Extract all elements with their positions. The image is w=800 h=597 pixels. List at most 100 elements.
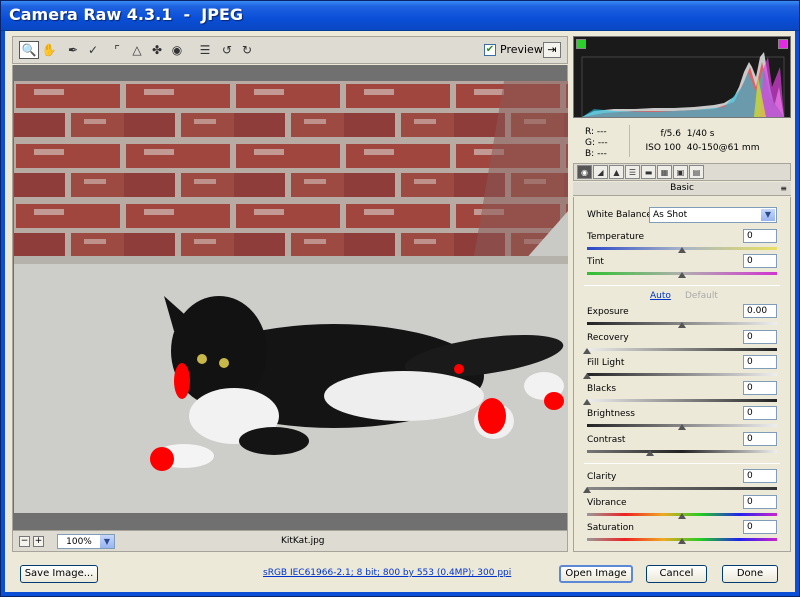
tint-label: Tint — [587, 257, 604, 267]
green-value: G: --- — [585, 138, 608, 148]
temperature-slider-thumb[interactable] — [678, 247, 686, 253]
vibrance-input[interactable]: 0 — [743, 495, 777, 509]
open-image-button[interactable]: Open Image — [559, 565, 633, 583]
info-readout: R: --- G: --- B: --- f/5.6 1/40 s ISO 10… — [573, 121, 791, 161]
file-name: KitKat.jpg — [281, 536, 325, 546]
recovery-slider-thumb[interactable] — [583, 348, 591, 354]
panel-title: Basic — [670, 183, 694, 193]
red-eye-icon[interactable]: ◉ — [167, 41, 187, 59]
hand-tool-icon[interactable]: ✋ — [39, 41, 59, 59]
tab-lens-icon[interactable]: ▦ — [657, 165, 672, 179]
contrast-slider-thumb[interactable] — [645, 450, 654, 456]
histogram-graph — [581, 52, 785, 117]
fill-light-slider-thumb[interactable] — [583, 373, 591, 379]
tab-camera-icon[interactable]: ▣ — [673, 165, 688, 179]
tab-basic-icon[interactable]: ◉ — [577, 165, 592, 179]
blacks-slider-track[interactable] — [587, 399, 777, 402]
straighten-tool-icon[interactable]: △ — [127, 41, 147, 59]
vibrance-label: Vibrance — [587, 498, 627, 508]
clarity-label: Clarity — [587, 472, 617, 482]
save-image-button[interactable]: Save Image... — [20, 565, 98, 583]
fill-light-slider-track[interactable] — [587, 373, 777, 376]
saturation-input[interactable]: 0 — [743, 520, 777, 534]
color-sampler-icon[interactable]: ✓ — [83, 41, 103, 59]
workflow-options-link[interactable]: sRGB IEC61966-2.1; 8 bit; 800 by 553 (0.… — [263, 568, 511, 578]
temperature-row: Temperature 0 — [587, 229, 777, 256]
brightness-row: Brightness 0 — [587, 406, 777, 433]
tab-tone-curve-icon[interactable]: ◢ — [593, 165, 608, 179]
tab-presets-icon[interactable]: ▤ — [689, 165, 704, 179]
spot-removal-icon[interactable]: ✤ — [147, 41, 167, 59]
exposure-input[interactable]: 0.00 — [743, 304, 777, 318]
recovery-row: Recovery 0 — [583, 330, 777, 357]
status-bar: − + 100% ▼ KitKat.jpg — [12, 530, 568, 552]
blacks-slider-thumb[interactable] — [583, 399, 591, 405]
shadow-clipping-icon[interactable] — [576, 39, 586, 49]
fill-light-input[interactable]: 0 — [743, 355, 777, 369]
brightness-slider-thumb[interactable] — [678, 424, 686, 430]
exposure-label: Exposure — [587, 307, 629, 317]
rotate-left-icon[interactable]: ↺ — [217, 41, 237, 59]
contrast-row: Contrast 0 — [587, 432, 777, 459]
clarity-row: Clarity 0 — [583, 469, 777, 496]
clarity-slider-track[interactable] — [587, 487, 777, 490]
panel-tabs: ◉ ◢ ▲ ☰ ▬ ▦ ▣ ▤ — [573, 163, 791, 181]
preview-toggle[interactable]: ✔ Preview — [484, 43, 543, 56]
blue-value: B: --- — [585, 149, 607, 159]
shutter-speed: 1/40 s — [686, 129, 715, 139]
tab-hsl-icon[interactable]: ☰ — [625, 165, 640, 179]
recovery-input[interactable]: 0 — [743, 330, 777, 344]
window-border-left — [1, 31, 5, 596]
vibrance-row: Vibrance 0 — [587, 495, 777, 522]
tint-slider-thumb[interactable] — [678, 272, 686, 278]
clarity-input[interactable]: 0 — [743, 469, 777, 483]
done-button[interactable]: Done — [722, 565, 778, 583]
temperature-input[interactable]: 0 — [743, 229, 777, 243]
auto-link[interactable]: Auto — [650, 291, 671, 301]
white-balance-row: White Balance: As Shot ▼ — [587, 207, 777, 223]
image-preview-area[interactable] — [12, 65, 568, 530]
temperature-label: Temperature — [587, 232, 645, 242]
highlight-clipping-icon[interactable] — [778, 39, 788, 49]
preferences-icon[interactable]: ☰ — [195, 41, 215, 59]
photo-preview — [14, 81, 568, 513]
preview-label: Preview — [500, 43, 543, 56]
recovery-slider-track[interactable] — [587, 348, 777, 351]
white-balance-tool-icon[interactable]: ✒ — [63, 41, 83, 59]
iso: ISO 100 — [645, 143, 682, 153]
tint-input[interactable]: 0 — [743, 254, 777, 268]
contrast-input[interactable]: 0 — [743, 432, 777, 446]
brightness-input[interactable]: 0 — [743, 406, 777, 420]
default-link[interactable]: Default — [685, 291, 718, 301]
tab-detail-icon[interactable]: ▲ — [609, 165, 624, 179]
toolbar: 🔍 ✋ ✒ ✓ ⌜ △ ✤ ◉ ☰ ↺ ↻ ✔ Preview ⇥ — [12, 36, 568, 64]
panel-header: Basic ≡ — [573, 182, 791, 196]
panel-menu-icon[interactable]: ≡ — [780, 182, 787, 195]
zoom-in-button[interactable]: + — [33, 536, 44, 547]
clarity-slider-thumb[interactable] — [583, 487, 591, 493]
rotate-right-icon[interactable]: ↻ — [237, 41, 257, 59]
cat-photo — [14, 81, 568, 513]
exif-info: f/5.6 1/40 s ISO 100 40-150@61 mm — [643, 127, 760, 155]
tint-row: Tint 0 — [587, 254, 777, 281]
white-balance-select[interactable]: As Shot ▼ — [649, 207, 777, 223]
contrast-slider-track[interactable] — [587, 450, 777, 453]
saturation-row: Saturation 0 — [587, 520, 777, 547]
zoom-tool-icon[interactable]: 🔍 — [19, 41, 39, 59]
fullscreen-icon[interactable]: ⇥ — [543, 42, 561, 58]
window-border-bottom — [1, 592, 799, 596]
aperture: f/5.6 — [660, 129, 681, 139]
vibrance-slider-thumb[interactable] — [678, 513, 686, 519]
blacks-input[interactable]: 0 — [743, 381, 777, 395]
tab-split-toning-icon[interactable]: ▬ — [641, 165, 656, 179]
zoom-level-select[interactable]: 100% ▼ — [57, 534, 115, 549]
lens: 40-150@61 mm — [686, 143, 760, 153]
saturation-slider-thumb[interactable] — [678, 538, 686, 544]
exposure-slider-thumb[interactable] — [678, 322, 686, 328]
zoom-out-button[interactable]: − — [19, 536, 30, 547]
crop-tool-icon[interactable]: ⌜ — [107, 41, 127, 59]
cancel-button[interactable]: Cancel — [646, 565, 707, 583]
preview-checkbox[interactable]: ✔ — [484, 43, 496, 56]
brightness-label: Brightness — [587, 409, 635, 419]
window-border-right — [795, 31, 799, 596]
